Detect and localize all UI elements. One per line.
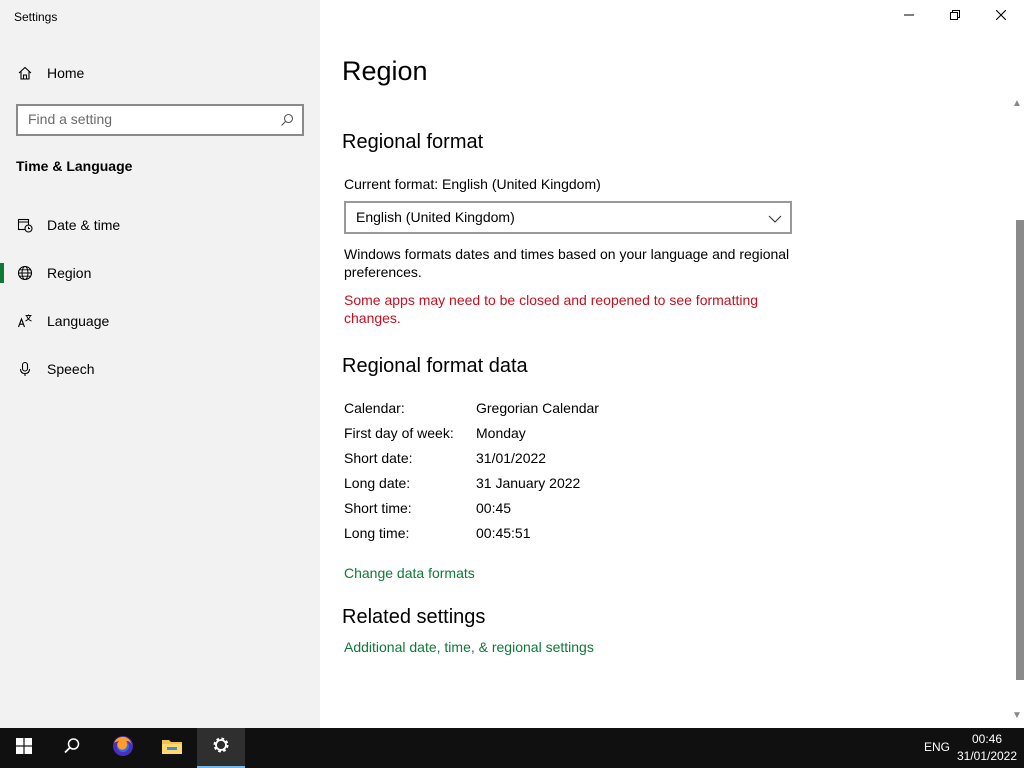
taskbar: ENG 00:46 31/01/2022 [0, 728, 1024, 768]
scrollbar[interactable]: ▲ ▼ [1008, 96, 1024, 728]
firefox-taskbar-button[interactable] [99, 728, 147, 768]
language-indicator[interactable]: ENG [924, 740, 950, 754]
section-title: Time & Language [16, 158, 133, 174]
sidebar-item-language[interactable]: Language [0, 301, 320, 341]
scroll-up-arrow-icon[interactable]: ▲ [1012, 98, 1022, 109]
sidebar-item-label: Region [47, 265, 92, 281]
first-day-value: Monday [476, 425, 526, 441]
format-data-heading: Regional format data [342, 355, 528, 377]
long-date-value: 31 January 2022 [476, 475, 581, 491]
search-input[interactable] [28, 111, 268, 127]
windows-logo-icon [16, 737, 32, 759]
additional-settings-link[interactable]: Additional date, time, & regional settin… [344, 639, 594, 655]
sidebar-item-label: Speech [47, 361, 95, 377]
taskbar-search-button[interactable] [48, 728, 96, 768]
sidebar-item-label: Date & time [47, 217, 121, 233]
main-content: Region Regional format Current format: E… [320, 0, 1024, 728]
short-date-label: Short date: [344, 450, 413, 466]
format-warning: Some apps may need to be closed and reop… [344, 292, 759, 326]
sidebar-item-region[interactable]: Region [0, 253, 320, 293]
sidebar-item-date-time[interactable]: Date & time [0, 205, 320, 245]
minimize-button[interactable] [886, 0, 932, 32]
sidebar-item-label: Language [47, 313, 110, 329]
scrollbar-thumb[interactable] [1016, 220, 1024, 680]
search-box[interactable] [16, 104, 304, 136]
sidebar-item-speech[interactable]: Speech [0, 349, 320, 389]
page-title: Region [342, 56, 428, 86]
file-explorer-taskbar-button[interactable] [148, 728, 196, 768]
short-time-label: Short time: [344, 500, 412, 516]
short-date-value: 31/01/2022 [476, 450, 547, 466]
home-nav-item[interactable]: Home [0, 53, 320, 93]
format-description: Windows formats dates and times based on… [344, 246, 790, 280]
clock-date: 31/01/2022 [956, 749, 1018, 763]
start-button[interactable] [0, 728, 48, 768]
app-title: Settings [14, 10, 58, 24]
calendar-clock-icon [16, 216, 34, 234]
current-format-label: Current format: English (United Kingdom) [344, 176, 601, 192]
globe-icon [16, 264, 34, 282]
change-data-formats-link[interactable]: Change data formats [344, 565, 475, 581]
clock-time: 00:46 [971, 732, 1003, 746]
first-day-label: First day of week: [344, 425, 454, 441]
restore-button[interactable] [932, 0, 978, 32]
calendar-value: Gregorian Calendar [476, 400, 599, 416]
close-button[interactable] [978, 0, 1024, 32]
long-time-label: Long time: [344, 525, 410, 541]
settings-taskbar-button[interactable] [197, 728, 245, 768]
scroll-down-arrow-icon[interactable]: ▼ [1012, 710, 1022, 721]
home-label: Home [47, 65, 85, 81]
restore-icon [950, 7, 960, 25]
search-icon[interactable] [280, 113, 294, 127]
clock[interactable]: 00:46 31/01/2022 [950, 731, 1024, 765]
sidebar: Settings Home Time & Language Date & tim… [0, 0, 320, 728]
long-date-label: Long date: [344, 475, 411, 491]
home-icon [16, 64, 34, 82]
related-settings-heading: Related settings [342, 606, 486, 628]
microphone-icon [16, 360, 34, 378]
regional-format-heading: Regional format [342, 131, 484, 153]
regional-format-dropdown[interactable]: English (United Kingdom) [344, 201, 792, 234]
search-icon [63, 737, 81, 760]
long-time-value: 00:45:51 [476, 525, 531, 541]
short-time-value: 00:45 [476, 500, 512, 516]
active-indicator [0, 263, 4, 283]
close-icon [995, 7, 1007, 25]
gear-icon [211, 735, 231, 760]
firefox-icon [111, 734, 135, 763]
dropdown-value: English (United Kingdom) [356, 209, 515, 225]
minimize-icon [904, 7, 914, 25]
chevron-down-icon [768, 211, 782, 229]
language-icon [16, 312, 34, 330]
calendar-label: Calendar: [344, 400, 405, 416]
folder-icon [161, 737, 183, 760]
